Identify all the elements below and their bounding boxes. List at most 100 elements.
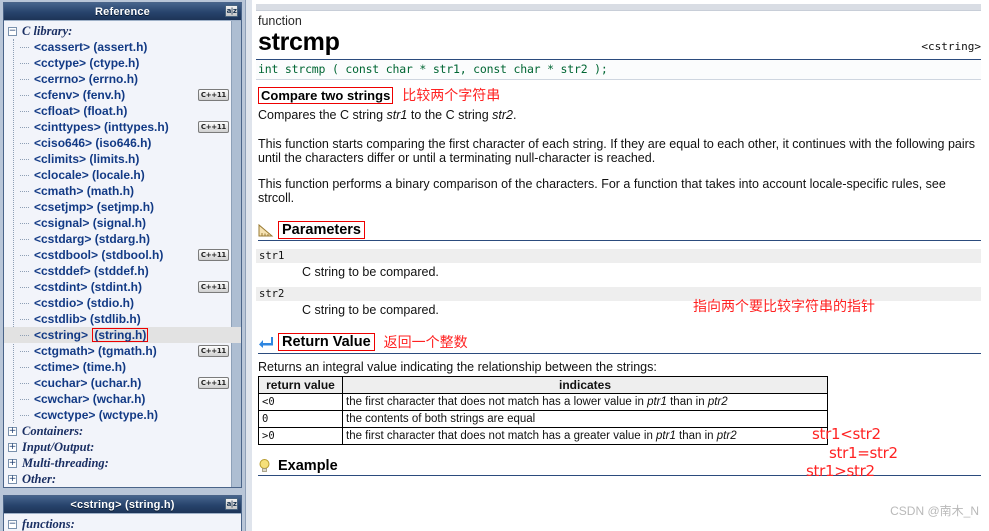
sidebar-item-cerrno[interactable]: <cerrno> (errno.h) (4, 71, 241, 87)
sidebar-item-cassert[interactable]: <cassert> (assert.h) (4, 39, 241, 55)
sidebar-group-other[interactable]: + Other: (4, 471, 241, 487)
summary-annotation-cn: 比较两个字符串 (402, 88, 501, 104)
sidebar-item-label: <cstddef> (stddef.h) (34, 264, 149, 278)
description-paragraph-1: This function starts comparing the first… (258, 136, 976, 166)
cstring-panel-title: <cstring> (string.h) (70, 498, 175, 511)
sidebar-item-ctime[interactable]: <ctime> (time.h) (4, 359, 241, 375)
sidebar-item-cctype[interactable]: <cctype> (ctype.h) (4, 55, 241, 71)
cell-return-value: >0 (258, 426, 343, 445)
tree-branch-line (20, 174, 29, 176)
tree-branch-line (20, 382, 29, 384)
sidebar-item-cstddef[interactable]: <cstddef> (stddef.h) (4, 263, 241, 279)
sidebar-item-cmath[interactable]: <cmath> (math.h) (4, 183, 241, 199)
tree-group-label: Multi-threading: (22, 455, 109, 470)
expand-icon[interactable]: + (8, 474, 17, 484)
sidebar-item-ctgmath[interactable]: <ctgmath> (tgmath.h) C++11 (4, 343, 241, 359)
desc-param2: ptr2 (716, 429, 737, 442)
row-annotation-1: str1<str2 (812, 425, 881, 443)
sidebar-group-containers[interactable]: + Containers: (4, 423, 241, 439)
sidebar-item-cstdbool[interactable]: <cstdbool> (stdbool.h) C++11 (4, 247, 241, 263)
desc-mid: than in (675, 429, 717, 442)
subtitle-mid: to the C string (407, 108, 493, 122)
cpp11-badge: C++11 (197, 281, 229, 293)
cell-return-value: 0 (258, 409, 343, 428)
reference-panel: Reference a|z − C library: <cassert> (asse… (3, 2, 242, 488)
header-name: <csetjmp> (34, 200, 97, 214)
reference-tree-scroll[interactable]: − C library: <cassert> (assert.h) <cctype> … (4, 20, 241, 487)
collapse-icon[interactable]: − (8, 26, 17, 36)
function-signature: int strcmp ( const char * str1, const ch… (258, 62, 608, 76)
header-name: <ctgmath> (34, 344, 99, 358)
lightbulb-icon (258, 458, 271, 474)
tree-branch-line (20, 126, 29, 128)
cell-indicates: the first character that does not match … (342, 392, 828, 411)
sidebar-group-inputoutput[interactable]: + Input/Output: (4, 439, 241, 455)
az-sort-icon[interactable]: a|z (225, 5, 238, 17)
example-heading: Example (278, 457, 338, 474)
cpp11-badge: C++11 (197, 121, 229, 133)
sidebar-item-label: <ctime> (time.h) (34, 360, 126, 374)
expand-icon[interactable]: + (8, 442, 17, 452)
sidebar-item-cfloat[interactable]: <cfloat> (float.h) (4, 103, 241, 119)
sidebar-item-cstring[interactable]: <cstring> (string.h) (4, 327, 241, 343)
header-list: <cassert> (assert.h) <cctype> (ctype.h) <c… (4, 39, 241, 423)
sidebar-item-label: <cwctype> (wctype.h) (34, 408, 158, 422)
sidebar-item-cfenv[interactable]: <cfenv> (fenv.h) C++11 (4, 87, 241, 103)
sidebar-item-cstdarg[interactable]: <cstdarg> (stdarg.h) (4, 231, 241, 247)
cell-return-value: <0 (258, 392, 343, 411)
header-name: <cstdlib> (34, 312, 91, 326)
header-name: <cstdio> (34, 296, 87, 310)
header-name: <climits> (34, 152, 90, 166)
sidebar-item-label: <cinttypes> (inttypes.h) (34, 120, 169, 134)
sidebar-item-cwchar[interactable]: <cwchar> (wchar.h) (4, 391, 241, 407)
sidebar-item-cstdint[interactable]: <cstdint> (stdint.h) C++11 (4, 279, 241, 295)
header-name: <cwctype> (34, 408, 99, 422)
header-name: <cerrno> (34, 72, 89, 86)
sidebar-item-label: <cstdint> (stdint.h) (34, 280, 142, 294)
header-file: (math.h) (86, 184, 135, 198)
cpp11-badge: C++11 (197, 377, 229, 389)
tree-branch-line (20, 142, 29, 144)
header-name: <cstring> (34, 328, 92, 342)
sidebar-item-clocale[interactable]: <clocale> (locale.h) (4, 167, 241, 183)
sidebar-item-csignal[interactable]: <csignal> (signal.h) (4, 215, 241, 231)
sidebar-item-cuchar[interactable]: <cuchar> (uchar.h) C++11 (4, 375, 241, 391)
sidebar-item-cwctype[interactable]: <cwctype> (wctype.h) (4, 407, 241, 423)
tree-branch-line (20, 46, 29, 48)
sidebar-item-label: <cassert> (assert.h) (34, 40, 147, 54)
sidebar-group-multi-threading[interactable]: + Multi-threading: (4, 455, 241, 471)
expand-icon[interactable]: + (8, 426, 17, 436)
sidebar-item-csetjmp[interactable]: <csetjmp> (setjmp.h) (4, 199, 241, 215)
tree-group-functions[interactable]: − functions: (4, 516, 241, 531)
cstring-tree-scroll[interactable]: − functions: (4, 513, 241, 531)
collapse-icon[interactable]: − (8, 519, 17, 529)
tree-branch-line (20, 302, 29, 304)
parameter-description: C string to be compared. (302, 264, 439, 279)
header-name: <cfenv> (34, 88, 83, 102)
sidebar-item-climits[interactable]: <climits> (limits.h) (4, 151, 241, 167)
sidebar-item-ciso646[interactable]: <ciso646> (iso646.h) (4, 135, 241, 151)
tree-group-c-library[interactable]: − C library: (4, 23, 241, 39)
main-content: function strcmp <cstring> int strcmp ( c… (245, 0, 989, 531)
sidebar-item-cstdio[interactable]: <cstdio> (stdio.h) (4, 295, 241, 311)
header-name: <cassert> (34, 40, 94, 54)
header-file: (stdbool.h) (101, 248, 164, 262)
table-row: 0 the contents of both strings are equal (258, 409, 828, 428)
summary-row: Compare two strings 比较两个字符串 (258, 85, 981, 105)
table-row: >0 the first character that does not matc… (258, 426, 828, 445)
row-annotation-2: str1=str2 (829, 444, 898, 462)
sidebar-item-cstdlib[interactable]: <cstdlib> (stdlib.h) (4, 311, 241, 327)
reference-panel-title: Reference (95, 5, 150, 18)
header-file: (tgmath.h) (98, 344, 157, 358)
tree-branch-line (20, 222, 29, 224)
tree-branch-line (20, 254, 29, 256)
expand-icon[interactable]: + (8, 458, 17, 468)
sidebar-item-cinttypes[interactable]: <cinttypes> (inttypes.h) C++11 (4, 119, 241, 135)
az-sort-icon[interactable]: a|z (225, 498, 238, 510)
tree-branch-line (20, 110, 29, 112)
tree-branch-line (20, 190, 29, 192)
article: function strcmp <cstring> int strcmp ( c… (246, 0, 989, 480)
tree-branch-line (20, 62, 29, 64)
tree-branch-line (20, 414, 29, 416)
page-root: Reference a|z − C library: <cassert> (asse… (0, 0, 989, 531)
